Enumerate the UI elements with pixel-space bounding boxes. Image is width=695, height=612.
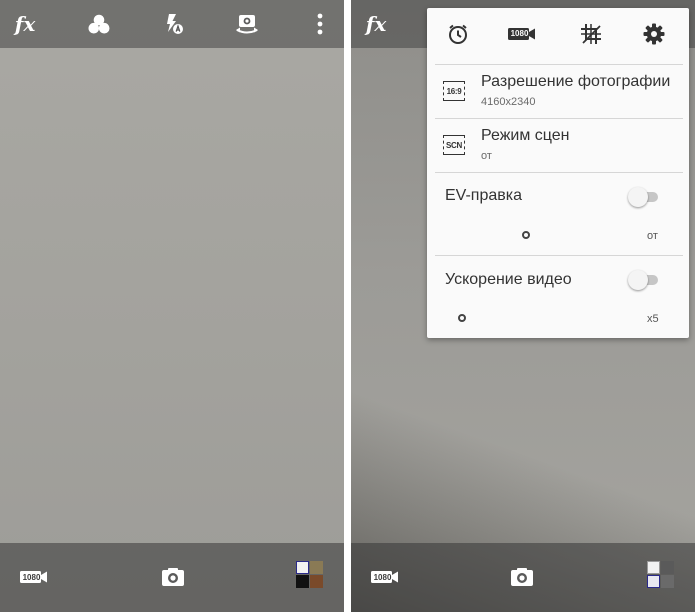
shutter-camera-icon[interactable]: [160, 565, 186, 589]
video-resolution-label: 1080: [22, 573, 41, 582]
video-speed-slider-handle[interactable]: [458, 314, 466, 322]
camera-bottom-bar: 1080: [0, 543, 344, 612]
video-acceleration-value: x5: [647, 313, 659, 325]
switch-camera-icon[interactable]: [233, 11, 261, 37]
settings-quick-icons: 1080: [427, 8, 689, 64]
fx-icon[interactable]: fx: [363, 10, 389, 38]
camera-top-bar: fx: [0, 0, 344, 48]
ev-correction-value: от: [647, 230, 658, 242]
video-acceleration-title: Ускорение видео: [445, 271, 572, 288]
ev-correction-row: EV-правка от: [427, 173, 689, 253]
shutter-camera-icon[interactable]: [509, 565, 535, 589]
ev-slider-handle[interactable]: [522, 231, 530, 239]
fx-icon[interactable]: fx: [12, 10, 38, 38]
gear-icon[interactable]: [642, 22, 666, 46]
camera-screen-settings: fx 1080 16:9 Разрешение фотографии 4160x…: [351, 0, 695, 612]
timer-icon[interactable]: [446, 22, 470, 46]
ev-correction-title: EV-правка: [445, 187, 522, 204]
video-resolution-label: 1080: [373, 573, 392, 582]
flash-auto-icon[interactable]: [160, 11, 186, 37]
scene-mode-value: от: [481, 150, 492, 162]
settings-panel: 1080 16:9 Разрешение фотографии 4160x234…: [427, 8, 689, 338]
camera-screen-main: fx 1080: [0, 0, 344, 612]
video-acceleration-toggle[interactable]: [628, 269, 660, 291]
aspect-ratio-icon: 16:9: [443, 81, 465, 101]
color-filter-icon[interactable]: [86, 12, 112, 36]
gallery-thumbnail[interactable]: [296, 561, 324, 589]
grid-crop-icon[interactable]: [579, 22, 603, 46]
photo-resolution-title: Разрешение фотографии: [481, 73, 671, 90]
video-resolution-label: 1080: [510, 29, 529, 38]
more-vert-icon[interactable]: [312, 12, 328, 36]
camera-viewfinder[interactable]: [0, 0, 344, 612]
scn-icon: SCN: [443, 135, 465, 155]
scene-mode-title: Режим сцен: [481, 127, 570, 144]
photo-resolution-value: 4160x2340: [481, 96, 536, 108]
photo-resolution-row[interactable]: 16:9 Разрешение фотографии 4160x2340: [427, 65, 689, 118]
gallery-thumbnail[interactable]: [647, 561, 675, 589]
camera-bottom-bar: 1080: [351, 543, 695, 612]
scene-mode-row[interactable]: SCN Режим сцен от: [427, 119, 689, 172]
ev-correction-toggle[interactable]: [628, 186, 660, 208]
video-acceleration-row: Ускорение видео x5: [427, 256, 689, 336]
